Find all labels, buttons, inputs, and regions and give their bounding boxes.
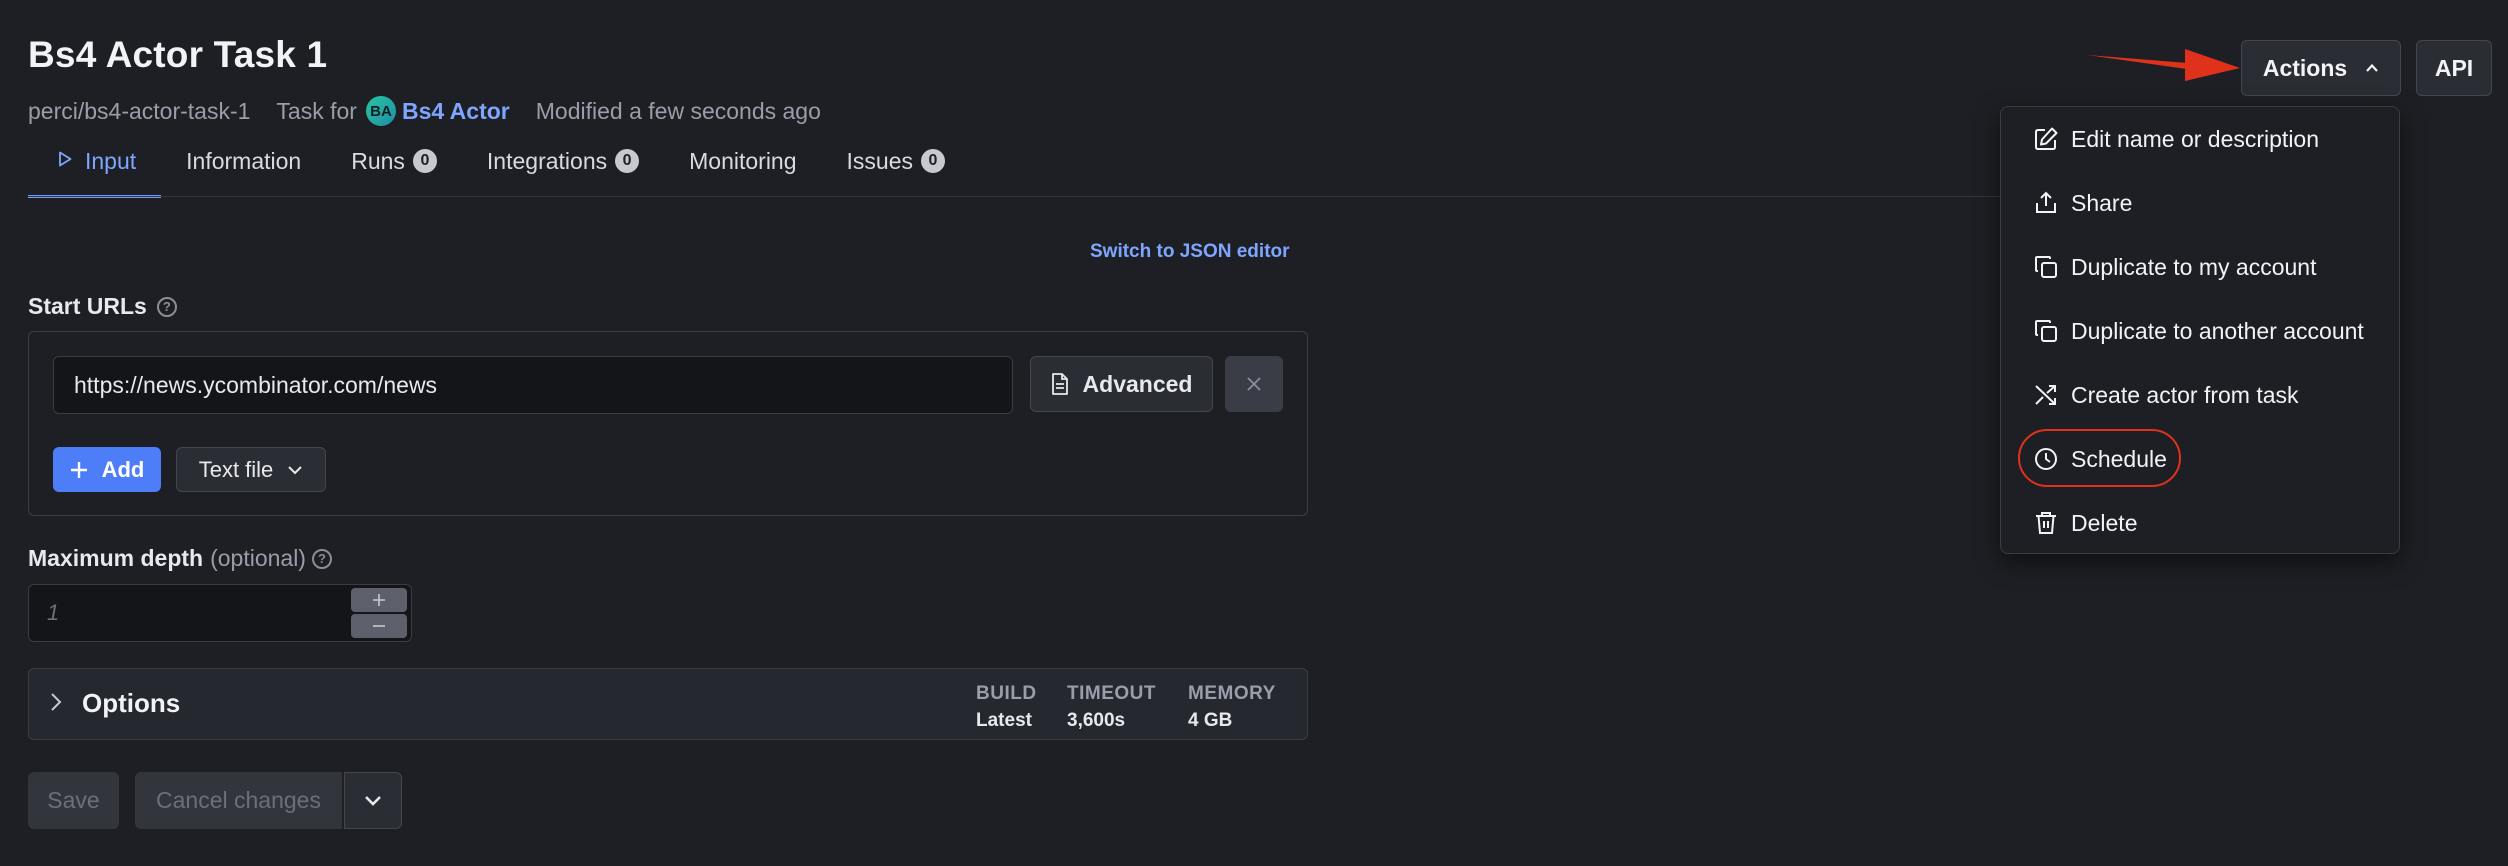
menu-item-label: Create actor from task (2071, 381, 2299, 408)
count-badge: 0 (615, 149, 640, 173)
copy-icon (2035, 320, 2057, 342)
minus-icon (373, 625, 385, 627)
count-badge: 0 (412, 149, 437, 173)
advanced-button[interactable]: Advanced (1030, 356, 1213, 412)
menu-item-duplicate-other[interactable]: Duplicate to another account (2033, 311, 2364, 351)
tab-bar: Input Information Runs 0 Integrations 0 … (28, 140, 970, 198)
remove-url-button[interactable] (1225, 356, 1283, 412)
menu-item-label: Duplicate to another account (2071, 317, 2364, 344)
start-urls-label: Start URLs ? (28, 293, 177, 320)
tab-label: Input (85, 147, 137, 174)
memory-meta: MEMORY 4 GB (1188, 680, 1276, 734)
tab-label: Runs (351, 147, 405, 174)
meta-value: 4 GB (1188, 710, 1233, 731)
save-button[interactable]: Save (28, 772, 119, 829)
task-slug: perci/bs4-actor-task-1 (28, 97, 251, 124)
start-url-input[interactable]: https://news.ycombinator.com/news (53, 356, 1013, 414)
document-icon (1051, 373, 1068, 395)
menu-item-label: Share (2071, 189, 2133, 216)
add-url-button[interactable]: Add (53, 447, 161, 492)
shuffle-icon (2035, 385, 2056, 405)
decrement-button[interactable] (351, 614, 407, 638)
tab-information[interactable]: Information (161, 140, 326, 182)
chevron-up-icon (2366, 63, 2378, 72)
tab-label: Issues (846, 147, 913, 174)
plus-icon (70, 455, 88, 485)
play-icon (58, 151, 72, 172)
edit-icon (2035, 127, 2058, 150)
cancel-changes-button[interactable]: Cancel changes (135, 772, 343, 829)
max-depth-label: Maximum depth (optional) ? (28, 545, 332, 572)
tab-label: Information (186, 147, 302, 174)
increment-button[interactable] (351, 588, 407, 612)
copy-icon (2035, 256, 2057, 278)
task-subtitle: perci/bs4-actor-task-1 Task for BA Bs4 A… (28, 96, 821, 126)
modified-timestamp: Modified a few seconds ago (535, 97, 821, 124)
actor-avatar: BA (365, 96, 396, 126)
menu-item-duplicate-mine[interactable]: Duplicate to my account (2033, 247, 2316, 287)
chevron-down-icon (288, 465, 303, 474)
tab-integrations[interactable]: Integrations 0 (462, 140, 664, 182)
meta-value: 3,600s (1067, 710, 1126, 731)
meta-key: MEMORY (1188, 683, 1276, 704)
tab-input[interactable]: Input (28, 140, 162, 198)
chevron-down-icon (365, 795, 381, 806)
chevron-right-icon (51, 693, 62, 711)
menu-item-label: Delete (2071, 509, 2138, 536)
share-icon (2036, 191, 2056, 213)
tab-monitoring[interactable]: Monitoring (664, 140, 821, 182)
menu-item-edit[interactable]: Edit name or description (2033, 119, 2319, 159)
api-button[interactable]: API (2416, 40, 2492, 96)
button-label: Actions (2262, 54, 2348, 81)
menu-item-share[interactable]: Share (2033, 183, 2132, 223)
page-title: Bs4 Actor Task 1 (28, 34, 328, 75)
schedule-highlight-ring (2018, 429, 2181, 487)
text-file-dropdown[interactable]: Text file (176, 447, 326, 492)
build-meta: BUILD Latest (976, 680, 1037, 734)
more-options-button[interactable] (344, 772, 402, 829)
tab-label: Monitoring (689, 147, 797, 174)
menu-item-label: Edit name or description (2071, 125, 2320, 152)
close-icon (1247, 377, 1261, 391)
tab-issues[interactable]: Issues 0 (822, 140, 970, 182)
meta-key: TIMEOUT (1067, 683, 1156, 704)
menu-item-create-actor[interactable]: Create actor from task (2033, 375, 2299, 415)
field-label: Maximum depth (28, 545, 204, 571)
tab-label: Integrations (486, 147, 608, 174)
help-icon[interactable]: ? (156, 296, 177, 317)
options-title: Options (82, 688, 181, 718)
field-label: Start URLs (28, 293, 147, 319)
meta-value: Latest (976, 710, 1032, 731)
button-label: Add (101, 456, 145, 482)
red-arrow-annotation (2087, 49, 2240, 81)
button-label: Advanced (1082, 370, 1193, 397)
plus-icon (373, 594, 385, 606)
tab-runs[interactable]: Runs 0 (326, 140, 462, 182)
help-icon[interactable]: ? (311, 548, 332, 569)
meta-key: BUILD (976, 683, 1037, 704)
actor-link[interactable]: Bs4 Actor (402, 98, 510, 125)
dropdown-label: Text file (198, 456, 274, 482)
menu-item-delete[interactable]: Delete (2033, 503, 2137, 543)
trash-icon (2036, 512, 2056, 534)
actions-button[interactable]: Actions (2241, 40, 2401, 96)
count-badge: 0 (921, 149, 945, 173)
optional-label: (optional) (210, 545, 306, 571)
timeout-meta: TIMEOUT 3,600s (1067, 680, 1156, 734)
task-for-label: Task for (276, 97, 357, 124)
menu-item-label: Duplicate to my account (2071, 253, 2317, 280)
switch-to-json-editor-link[interactable]: Switch to JSON editor (1090, 241, 1290, 263)
